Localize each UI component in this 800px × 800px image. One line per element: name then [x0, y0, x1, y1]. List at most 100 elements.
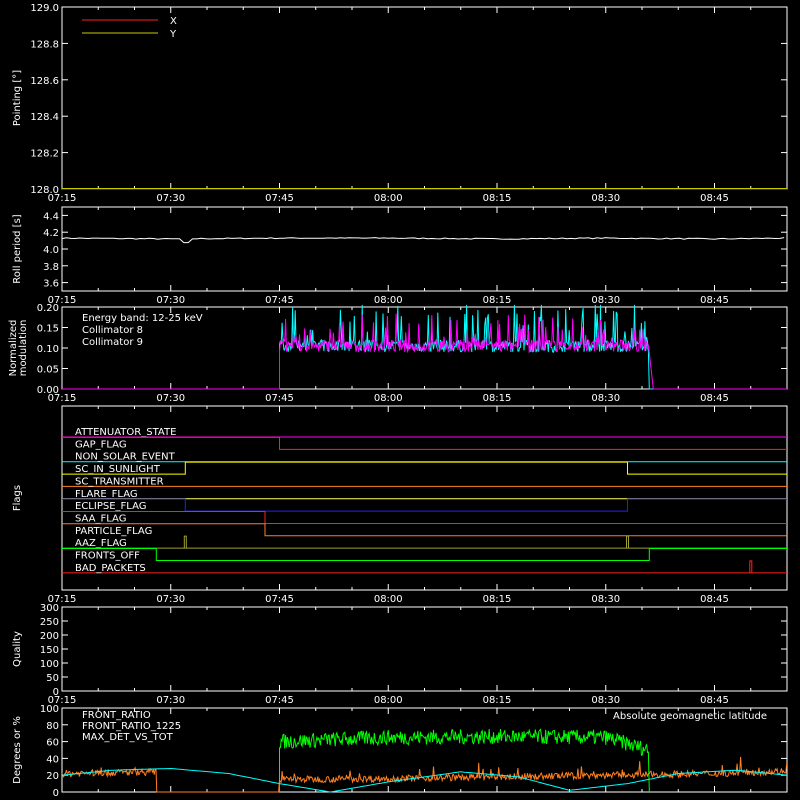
flag-label-PARTICLE_FLAG: PARTICLE_FLAG: [75, 526, 152, 537]
degrees-legend-FRONT_RATIO_1225: FRONT_RATIO_1225: [82, 721, 181, 732]
panel-0-xtick-label: 08:00: [374, 193, 403, 204]
panel-2-xtick-label: 08:45: [700, 393, 729, 404]
panel-2-xtick-label: 08:30: [591, 393, 620, 404]
panel-1-ytick-label: 4.4: [43, 211, 59, 222]
panel-0-xtick-label: 08:15: [483, 193, 512, 204]
panel-1-ylabel: Roll period [s]: [12, 214, 23, 283]
panel-5-ytick-label: 40: [46, 754, 59, 765]
panel-5-ytick-label: 60: [46, 738, 59, 749]
panel-1-ytick-label: 4.0: [43, 245, 59, 256]
panel-4-xtick-label: 08:00: [374, 695, 403, 706]
flag-label-SC_IN_SUNLIGHT: SC_IN_SUNLIGHT: [75, 464, 161, 475]
panel-0-xtick-label: 08:30: [591, 193, 620, 204]
panel-1-ytick-label: 3.8: [43, 262, 59, 273]
panel-2-ytick-label: 0.10: [37, 344, 59, 355]
panel-1-xtick-label: 07:45: [265, 295, 294, 306]
panel-4-ylabel: Quality: [12, 631, 23, 667]
panel-0-ytick-label: 128.4: [30, 112, 59, 123]
panel-2-ytick-label: 0.00: [37, 385, 59, 396]
modulation-legend-Collimator-9: Collimator 9: [82, 337, 143, 348]
panel-2-ytick-label: 0.05: [37, 365, 59, 376]
flag-label-GAP_FLAG: GAP_FLAG: [75, 439, 127, 450]
flag-label-ATTENUATOR_STATE: ATTENUATOR_STATE: [75, 427, 176, 438]
panel-1-xtick-label: 08:00: [374, 295, 403, 306]
panel-1-ytick-label: 4.2: [43, 228, 59, 239]
flag-line-ECLIPSE_FLAG: [62, 498, 787, 512]
panel-4-xtick-label: 07:45: [265, 695, 294, 706]
modulation-energy-band-label: Energy band: 12-25 keV: [82, 313, 203, 324]
panel-1-xtick-label: 08:30: [591, 295, 620, 306]
panel-2-xtick-label: 07:30: [156, 393, 185, 404]
flag-label-AAZ_FLAG: AAZ_FLAG: [75, 538, 127, 549]
flag-label-NON_SOLAR_EVENT: NON_SOLAR_EVENT: [75, 452, 176, 463]
panel-1-xtick-label: 08:45: [700, 295, 729, 306]
panel-1-xtick-label: 07:30: [156, 295, 185, 306]
modulation-series-Collimator 9: [62, 313, 787, 390]
panel-3-xtick-label: 08:45: [700, 594, 729, 605]
flag-line-PARTICLE_FLAG: [62, 523, 787, 537]
panel-3-xtick-label: 08:00: [374, 594, 403, 605]
panel-5-ytick-label: 20: [46, 771, 59, 782]
panel-4-xtick-label: 08:30: [591, 695, 620, 706]
degrees-legend-FRONT_RATIO: FRONT_RATIO: [82, 710, 151, 721]
panel-4-xtick-label: 08:45: [700, 695, 729, 706]
panel-4-ytick-label: 100: [40, 659, 59, 670]
panel-3-xtick-label: 07:45: [265, 594, 294, 605]
flag-label-BAD_PACKETS: BAD_PACKETS: [75, 563, 146, 574]
panel-1-xtick-label: 08:15: [483, 295, 512, 306]
panel-0-xtick-label: 08:45: [700, 193, 729, 204]
series-FRONT_RATIO_1225: [279, 728, 650, 793]
panel-4-xtick-label: 08:15: [483, 695, 512, 706]
panel-1-frame: [61, 206, 788, 292]
panel-0-xtick-label: 07:30: [156, 193, 185, 204]
panel-5-ytick-label: 80: [46, 721, 59, 732]
flag-label-FRONTS_OFF: FRONTS_OFF: [75, 551, 140, 562]
panel-2-xtick-label: 08:00: [374, 393, 403, 404]
panel-2-xtick-label: 07:45: [265, 393, 294, 404]
pointing-legend-label-X: X: [170, 16, 177, 27]
panel-0-ytick-label: 128.6: [30, 76, 59, 87]
flag-line-GAP_FLAG: [62, 436, 787, 450]
flag-label-SC_TRANSMITTER: SC_TRANSMITTER: [75, 476, 164, 487]
flag-line-FRONTS_OFF: [62, 548, 787, 561]
flag-line-SC_IN_SUNLIGHT: [62, 461, 787, 475]
panel-4-ytick-label: 200: [40, 631, 59, 642]
panel-4-ytick-label: 0: [53, 687, 59, 698]
panel-4-frame: [61, 606, 788, 692]
panel-2-xtick-label: 08:15: [483, 393, 512, 404]
panel-4-ytick-label: 50: [46, 673, 59, 684]
panel-3-xtick-label: 07:30: [156, 594, 185, 605]
panel-0-xtick-label: 07:45: [265, 193, 294, 204]
plot-layer: 07:15 07:30 07:45 08:00 08:15 08:30 08:45128.0…: [8, 3, 788, 799]
panel-3-xtick-label: 08:30: [591, 594, 620, 605]
flag-label-SAA_FLAG: SAA_FLAG: [75, 513, 126, 524]
roll-period-series: [61, 237, 785, 244]
modulation-legend-Collimator-8: Collimator 8: [82, 325, 143, 336]
panel-5-ytick-label: 0: [53, 788, 59, 799]
flag-label-FLARE_FLAG: FLARE_FLAG: [75, 489, 138, 500]
panel-1-ytick-label: 3.6: [43, 279, 59, 290]
panel-4-ytick-label: 250: [40, 617, 59, 628]
panel-2-ytick-label: 0.15: [37, 324, 59, 335]
panel-5-ylabel: Degrees or %: [12, 716, 23, 784]
flag-label-ECLIPSE_FLAG: ECLIPSE_FLAG: [75, 501, 146, 512]
flag-line-BAD_PACKETS: [62, 560, 787, 574]
panel-5-ytick-label: 100: [40, 704, 59, 715]
flag-line-SAA_FLAG: [62, 511, 787, 524]
degrees-annotation: Absolute geomagnetic latitude: [613, 711, 767, 722]
flag-line-AAZ_FLAG: [62, 535, 787, 549]
pointing-legend-label-Y: Y: [169, 29, 177, 40]
panel-3-xtick-label: 08:15: [483, 594, 512, 605]
panel-0-ytick-label: 128.0: [30, 185, 59, 196]
panel-0-ytick-label: 128.8: [30, 39, 59, 50]
hessi-observing-summary-plot: 07:15 07:30 07:45 08:00 08:15 08:30 08:45128.0…: [0, 0, 800, 800]
panel-2-ytick-label: 0.20: [37, 303, 59, 314]
panel-2-ylabel-2: modulation: [18, 320, 29, 377]
panel-0-ytick-label: 128.2: [30, 149, 59, 160]
panel-4-ytick-label: 300: [40, 603, 59, 614]
panel-0-ylabel: Pointing [°]: [12, 70, 23, 126]
panel-0-ytick-label: 129.0: [30, 3, 59, 14]
degrees-legend-MAX_DET_VS_TOT: MAX_DET_VS_TOT: [82, 732, 174, 743]
panel-3-ylabel: Flags: [12, 485, 23, 511]
panel-4-xtick-label: 07:30: [156, 695, 185, 706]
